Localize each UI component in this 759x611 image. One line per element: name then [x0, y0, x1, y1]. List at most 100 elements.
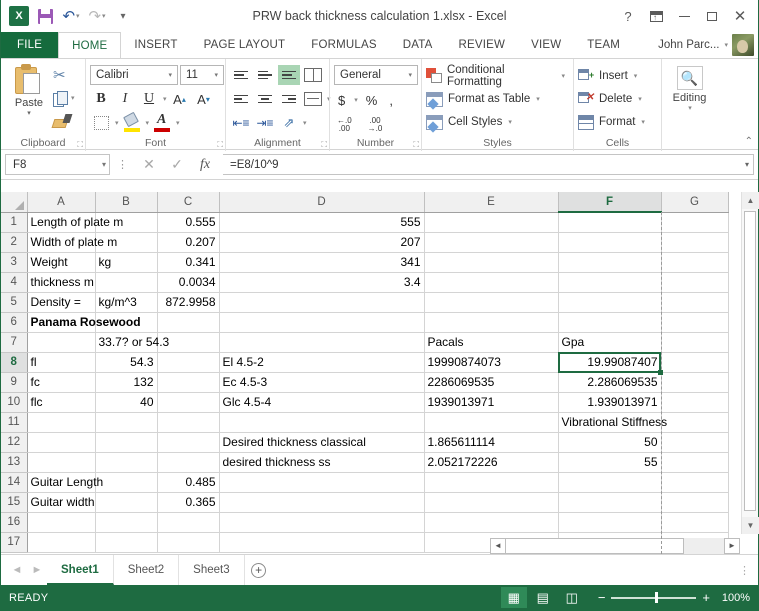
- cell-G11[interactable]: [661, 412, 729, 433]
- cell-B13[interactable]: [95, 452, 158, 473]
- cell-F6[interactable]: [558, 312, 662, 333]
- borders-button[interactable]: [90, 113, 112, 134]
- cell-C17[interactable]: [157, 532, 220, 553]
- cell-G10[interactable]: [661, 392, 729, 413]
- cell-G4[interactable]: [661, 272, 729, 293]
- cell-G7[interactable]: [661, 332, 729, 353]
- cell-A9[interactable]: fc: [27, 372, 96, 393]
- cell-F10[interactable]: 1.939013971: [558, 392, 662, 413]
- cell-F13[interactable]: 55: [558, 452, 662, 473]
- cell-E2[interactable]: [424, 232, 559, 253]
- formula-bar-handle[interactable]: ⋮: [114, 158, 131, 171]
- cell-E1[interactable]: [424, 212, 559, 233]
- cell-D7[interactable]: [219, 332, 425, 353]
- vertical-scrollbar[interactable]: ▲ ▼: [741, 192, 759, 534]
- scroll-up-icon[interactable]: ▲: [742, 192, 759, 209]
- cell-C2[interactable]: 0.207: [157, 232, 220, 253]
- name-box[interactable]: F8 ▾: [5, 154, 110, 175]
- zoom-slider[interactable]: [611, 592, 697, 603]
- cell-C9[interactable]: [157, 372, 220, 393]
- formula-input[interactable]: =E8/10^9 ▾: [223, 154, 754, 175]
- ribbon-display-options-icon[interactable]: [642, 3, 670, 29]
- undo-icon[interactable]: ↶ ▾: [59, 4, 83, 28]
- cell-A10[interactable]: flc: [27, 392, 96, 413]
- cell-A7[interactable]: [27, 332, 96, 353]
- tab-split-handle[interactable]: ⋮: [739, 564, 750, 577]
- tab-formulas[interactable]: FORMULAS: [298, 32, 390, 58]
- scroll-right-icon[interactable]: ►: [724, 537, 740, 554]
- cell-A15[interactable]: Guitar width: [27, 492, 96, 513]
- cell-B3[interactable]: kg: [95, 252, 158, 273]
- row-header-7[interactable]: 7: [1, 332, 28, 353]
- row-header-14[interactable]: 14: [1, 472, 28, 493]
- cell-G13[interactable]: [661, 452, 729, 473]
- cell-F9[interactable]: 2.286069535: [558, 372, 662, 393]
- scroll-down-icon[interactable]: ▼: [742, 517, 759, 534]
- cell-D16[interactable]: [219, 512, 425, 533]
- cell-E6[interactable]: [424, 312, 559, 333]
- cell-A2[interactable]: Width of plate m: [27, 232, 117, 253]
- sheet-tab-sheet2[interactable]: Sheet2: [114, 555, 180, 585]
- row-header-6[interactable]: 6: [1, 312, 28, 333]
- tab-file[interactable]: FILE: [1, 32, 59, 58]
- cell-B15[interactable]: [95, 492, 158, 513]
- cell-F14[interactable]: [558, 472, 662, 493]
- format-as-table-button[interactable]: Format as Table ▾: [426, 88, 544, 110]
- horizontal-scrollbar[interactable]: ◄ ►: [490, 537, 740, 554]
- cell-E13[interactable]: 2.052172226: [424, 452, 559, 473]
- row-header-2[interactable]: 2: [1, 232, 28, 253]
- add-sheet-button[interactable]: +: [245, 555, 273, 585]
- row-header-17[interactable]: 17: [1, 532, 28, 553]
- cell-G6[interactable]: [661, 312, 729, 333]
- format-cells-button[interactable]: Format ▾: [578, 111, 649, 133]
- customize-qat-icon[interactable]: ▾: [111, 4, 135, 28]
- cell-D4[interactable]: 3.4: [219, 272, 425, 293]
- cell-G14[interactable]: [661, 472, 729, 493]
- scroll-left-icon[interactable]: ◄: [490, 537, 506, 554]
- excel-logo-icon[interactable]: X: [7, 4, 31, 28]
- font-family-select[interactable]: Calibri ▾: [90, 65, 178, 85]
- sheet-tab-sheet1[interactable]: Sheet1: [47, 555, 114, 585]
- row-header-15[interactable]: 15: [1, 492, 28, 513]
- row-header-1[interactable]: 1: [1, 212, 28, 233]
- cell-F5[interactable]: [558, 292, 662, 313]
- cell-G1[interactable]: [661, 212, 729, 233]
- align-middle-button[interactable]: [254, 65, 276, 85]
- cell-D11[interactable]: [219, 412, 425, 433]
- tab-view[interactable]: VIEW: [518, 32, 574, 58]
- zoom-in-button[interactable]: +: [702, 590, 710, 605]
- cell-C14[interactable]: 0.485: [157, 472, 220, 493]
- row-header-5[interactable]: 5: [1, 292, 28, 313]
- cell-F8[interactable]: 19.99087407: [558, 352, 662, 373]
- increase-decimal-icon[interactable]: ←.0.00: [334, 117, 355, 133]
- cell-G12[interactable]: [661, 432, 729, 453]
- cell-G5[interactable]: [661, 292, 729, 313]
- cell-E7[interactable]: Pacals: [424, 332, 559, 353]
- cell-F15[interactable]: [558, 492, 662, 513]
- paste-chevron-down-icon[interactable]: ▾: [27, 109, 31, 117]
- cell-C3[interactable]: 0.341: [157, 252, 220, 273]
- cell-A13[interactable]: [27, 452, 96, 473]
- save-icon[interactable]: [33, 4, 57, 28]
- cell-E14[interactable]: [424, 472, 559, 493]
- previous-sheet-icon[interactable]: ◄: [7, 558, 27, 582]
- cell-E11[interactable]: [424, 412, 559, 433]
- decrease-decimal-icon[interactable]: .00 →.0: [365, 117, 386, 133]
- insert-cells-button[interactable]: + Insert ▾: [578, 65, 641, 87]
- align-right-button[interactable]: [278, 89, 300, 109]
- cell-A6[interactable]: Panama Rosewood: [27, 312, 141, 333]
- cell-D10[interactable]: Glc 4.5-4: [219, 392, 425, 413]
- cut-button[interactable]: ✂: [53, 65, 75, 85]
- cell-B16[interactable]: [95, 512, 158, 533]
- cell-D2[interactable]: 207: [219, 232, 425, 253]
- font-size-select[interactable]: 11 ▾: [180, 65, 224, 85]
- tab-page-layout[interactable]: PAGE LAYOUT: [191, 32, 299, 58]
- cell-D14[interactable]: [219, 472, 425, 493]
- cell-styles-button[interactable]: Cell Styles ▾: [426, 111, 516, 133]
- copy-button[interactable]: ▾: [53, 88, 75, 108]
- bold-button[interactable]: B: [90, 89, 112, 110]
- underline-chevron-down-icon[interactable]: ▾: [163, 95, 167, 103]
- column-header-d[interactable]: D: [219, 192, 425, 213]
- user-name[interactable]: John Parc...: [658, 39, 719, 51]
- delete-cells-button[interactable]: ✕ Delete ▾: [578, 88, 646, 110]
